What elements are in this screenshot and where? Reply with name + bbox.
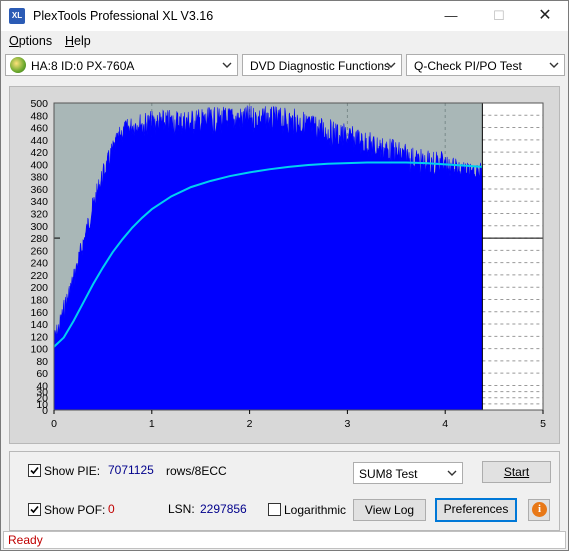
y-tick-label: 460: [30, 123, 48, 135]
y-tick-label: 260: [30, 245, 48, 257]
chevron-down-icon: [549, 62, 559, 68]
y-tick-label: 380: [30, 172, 48, 184]
checkmark-icon: [30, 466, 39, 475]
y-tick-label: 100: [30, 344, 48, 356]
function-select-value: DVD Diagnostic Functions: [250, 59, 391, 73]
y-tick-label: 120: [30, 331, 48, 343]
y-tick-label: 440: [30, 135, 48, 147]
y-tick-label: 300: [30, 221, 48, 233]
y-tick-label: 360: [30, 184, 48, 196]
chevron-down-icon: [386, 62, 396, 68]
drive-icon: [10, 57, 26, 73]
preferences-label: Preferences: [443, 502, 509, 516]
x-tick-label: 5: [540, 418, 546, 430]
logarithmic-checkbox[interactable]: [268, 503, 281, 516]
pie-unit: rows/8ECC: [166, 464, 227, 478]
info-button[interactable]: i: [528, 499, 550, 521]
minimize-button[interactable]: —: [428, 1, 474, 31]
start-button-label: Start: [503, 465, 530, 479]
view-log-label: View Log: [364, 503, 415, 517]
y-tick-label: 340: [30, 196, 48, 208]
y-tick-label: 220: [30, 270, 48, 282]
app-logo-icon: XL: [9, 8, 25, 24]
toolbar: HA:8 ID:0 PX-760A DVD Diagnostic Functio…: [1, 54, 568, 80]
y-tick-label: 160: [30, 307, 48, 319]
lsn-label: LSN:: [168, 502, 195, 516]
checkmark-icon: [30, 505, 39, 514]
status-bar: Ready: [3, 531, 566, 549]
test-select[interactable]: Q-Check PI/PO Test: [406, 54, 565, 76]
function-select[interactable]: DVD Diagnostic Functions: [242, 54, 402, 76]
test-select-value: Q-Check PI/PO Test: [414, 59, 522, 73]
show-pof-checkbox[interactable]: [28, 503, 41, 516]
chevron-down-icon: [447, 470, 457, 476]
title-bar: XL PlexTools Professional XL V3.16 — ☐ ✕: [1, 1, 568, 31]
close-button[interactable]: ✕: [522, 1, 568, 31]
menu-bar: Options Help: [1, 32, 568, 52]
x-tick-label: 2: [247, 418, 253, 430]
app-window: XL PlexTools Professional XL V3.16 — ☐ ✕…: [0, 0, 569, 551]
y-tick-label: 60: [36, 368, 48, 380]
sum-test-select-value: SUM8 Test: [359, 467, 418, 481]
view-log-button[interactable]: View Log: [353, 499, 426, 521]
pof-value: 0: [108, 502, 115, 516]
info-icon: i: [532, 502, 547, 517]
logarithmic-label: Logarithmic: [284, 503, 347, 517]
y-tick-label: 480: [30, 110, 48, 122]
y-tick-label: 180: [30, 294, 48, 306]
x-tick-label: 1: [149, 418, 155, 430]
show-pof-label: Show POF:: [44, 503, 106, 517]
pie-value: 7071125: [108, 463, 154, 477]
window-title: PlexTools Professional XL V3.16: [33, 9, 214, 23]
show-pie-checkbox[interactable]: [28, 464, 41, 477]
y-tick-label: 80: [36, 356, 48, 368]
menu-help[interactable]: Help: [65, 34, 91, 48]
chevron-down-icon: [222, 62, 232, 68]
y-tick-label: 200: [30, 282, 48, 294]
drive-select-value: HA:8 ID:0 PX-760A: [31, 59, 135, 73]
y-tick-label: 500: [30, 98, 48, 110]
y-tick-label: 420: [30, 147, 48, 159]
menu-options[interactable]: Options: [9, 34, 52, 48]
y-tick-label: 140: [30, 319, 48, 331]
x-tick-label: 0: [51, 418, 57, 430]
start-button[interactable]: Start: [482, 461, 551, 483]
controls-panel: Show PIE: 7071125 rows/8ECC SUM8 Test St…: [9, 451, 560, 531]
x-tick-label: 4: [442, 418, 448, 430]
x-tick-label: 3: [344, 418, 350, 430]
y-tick-label: 320: [30, 209, 48, 221]
chart-panel: 0 10 20 30 40 60 80 100 120 140 160 180 200 220 240 260…: [9, 86, 560, 444]
y-tick-label: 240: [30, 258, 48, 270]
status-text: Ready: [8, 533, 43, 547]
preferences-button[interactable]: Preferences: [435, 498, 517, 522]
y-tick-label: 280: [30, 233, 48, 245]
drive-select[interactable]: HA:8 ID:0 PX-760A: [5, 54, 238, 76]
maximize-button[interactable]: ☐: [476, 1, 522, 31]
sum-test-select[interactable]: SUM8 Test: [353, 462, 463, 484]
y-tick-label: 40: [36, 380, 48, 392]
show-pie-label: Show PIE:: [44, 464, 101, 478]
y-tick-label: 400: [30, 159, 48, 171]
pie-pif-chart: 0102030406080100120140160180200220240260…: [30, 98, 546, 430]
lsn-value: 2297856: [200, 502, 247, 516]
